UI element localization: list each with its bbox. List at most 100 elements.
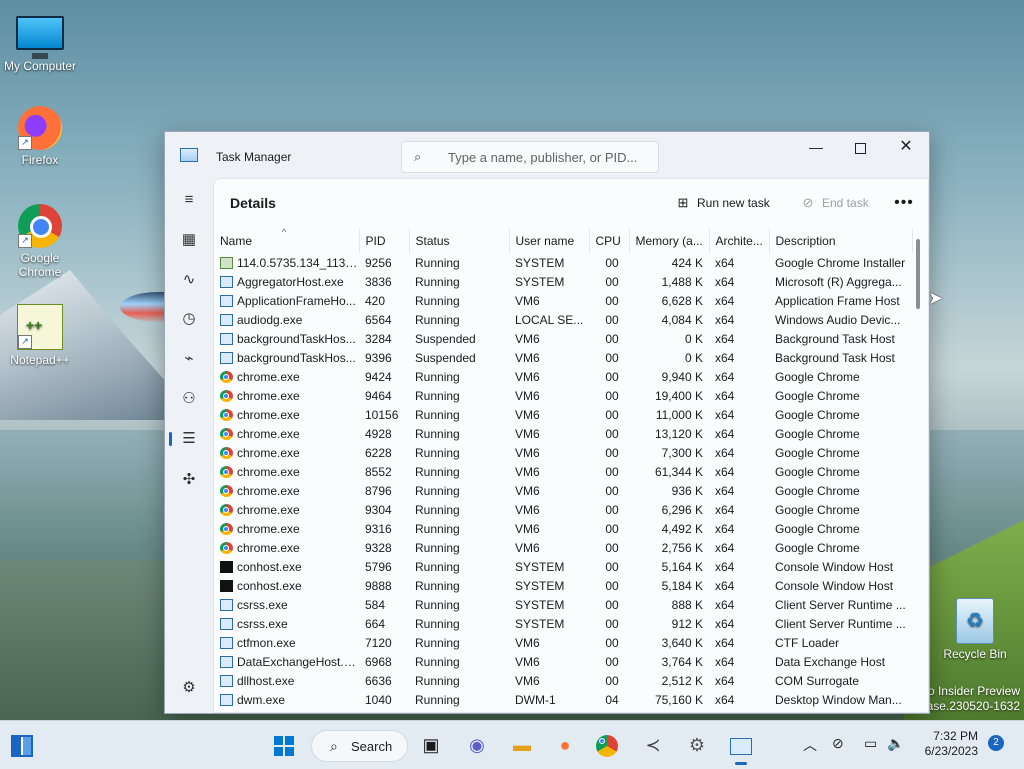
table-row[interactable]: csrss.exe 584 Running SYSTEM 00 888 K x64 Clien… [214,595,912,614]
notification-badge[interactable]: 2 [988,735,1004,751]
table-row[interactable]: chrome.exe 10156 Running VM6 00 11,000 K x64 Go… [214,405,912,424]
minimize-button[interactable]: — [793,132,839,162]
pid-cell: 10156 [365,407,399,422]
desktop-icon-firefox[interactable]: ↗ Firefox [0,106,80,167]
column-header-status[interactable]: Status [409,229,510,253]
table-row[interactable]: chrome.exe 9328 Running VM6 00 2,756 K x64 Goog… [214,538,912,557]
firefox-taskbar-button[interactable]: ● [549,729,581,761]
display-icon[interactable]: ▭ [864,735,877,752]
settings-nav-icon[interactable]: ⚙ [177,676,201,700]
column-header-name[interactable]: ^ Name [214,229,360,253]
app-history-nav-icon[interactable]: ◷ [177,307,201,331]
maximize-icon [854,142,866,154]
status-cell: Suspended [415,331,476,346]
user-name-cell: VM6 [515,654,540,669]
table-row[interactable]: chrome.exe 6228 Running VM6 00 7,300 K x64 Goog… [214,443,912,462]
app-window-icon [220,636,233,649]
table-row[interactable]: chrome.exe 8796 Running VM6 00 936 K x64 Google… [214,481,912,500]
table-row[interactable]: backgroundTaskHos... 3284 Suspended VM6 00 0 … [214,329,912,348]
hamburger-menu-icon[interactable]: ≡ [177,188,201,212]
table-row[interactable]: chrome.exe 9464 Running VM6 00 19,400 K x64 Goo… [214,386,912,405]
startup-apps-nav-icon[interactable]: ⌁ [177,347,201,371]
details-nav-icon[interactable]: ☰ [169,427,201,451]
vertical-scrollbar[interactable] [916,239,920,309]
processes-nav-icon[interactable]: ▦ [177,228,201,252]
run-new-task-button[interactable]: ⊞ Run new task [675,193,770,213]
table-row[interactable]: backgroundTaskHos... 9396 Suspended VM6 00 0 … [214,348,912,367]
desktop-icon-my-computer[interactable]: My Computer [0,10,80,73]
table-row[interactable]: chrome.exe 8552 Running VM6 00 61,344 K x64 Goo… [214,462,912,481]
memory-cell: 9,940 K [661,369,703,384]
desktop-icon-notepad-plus-plus[interactable]: ↗ Notepad++ [0,304,80,367]
column-header-user-name[interactable]: User name [509,229,590,253]
performance-nav-icon[interactable]: ∿ [177,268,201,292]
widgets-button[interactable] [6,729,38,761]
table-row[interactable]: conhost.exe 5796 Running SYSTEM 00 5,164 K x64… [214,557,912,576]
table-row[interactable]: chrome.exe 9316 Running VM6 00 4,492 K x64 Goog… [214,519,912,538]
task-manager-taskbar-button[interactable] [725,729,757,765]
pid-cell: 9888 [365,578,392,593]
description-cell: Background Task Host [775,350,895,365]
process-search-box[interactable]: ⌕ [401,141,659,173]
pid-cell: 420 [365,293,386,308]
taskbar-search-button[interactable]: ⌕ Search [311,730,408,762]
chrome-icon [220,427,233,440]
column-header-description[interactable]: Description [769,229,913,253]
cpu-cell: 00 [605,654,619,669]
column-header-architecture[interactable]: Archite... [709,229,770,253]
fish-app-taskbar-button[interactable]: ≺ [637,729,669,761]
show-hidden-icons-button[interactable]: ︿ [803,735,817,755]
table-row[interactable]: 114.0.5735.134_113.0.... 9256 Running SYSTE… [214,253,912,272]
column-header-cpu[interactable]: CPU [589,229,630,253]
search-input[interactable] [446,147,650,167]
pid-cell: 6636 [365,673,392,688]
settings-taskbar-button[interactable]: ⚙ [681,729,713,761]
table-row[interactable]: AggregatorHost.exe 3836 Running SYSTEM 00 1,4… [214,272,912,291]
file-explorer-button[interactable]: ▬ [506,729,538,761]
teams-chat-button[interactable]: ◉ [461,729,493,761]
start-button[interactable] [268,729,300,761]
fish-icon: ≺ [645,735,661,755]
process-name-cell: chrome.exe [214,500,359,519]
table-row[interactable]: chrome.exe 9304 Running VM6 00 6,296 K x64 Goog… [214,500,912,519]
table-row[interactable]: ApplicationFrameHo... 420 Running VM6 00 6,62… [214,291,912,310]
cpu-cell: 00 [605,331,619,346]
close-button[interactable]: ✕ [883,132,929,162]
task-view-button[interactable]: ▣ [415,729,447,761]
description-cell: Data Exchange Host [775,654,886,669]
column-header-pid[interactable]: PID [359,229,410,253]
desktop-icon-recycle-bin[interactable]: Recycle Bin [935,598,1015,661]
chrome-taskbar-button[interactable] [593,729,625,761]
cpu-cell: 00 [605,464,619,479]
architecture-cell: x64 [715,369,735,384]
status-cell: Running [415,483,460,498]
table-row[interactable]: chrome.exe 9424 Running VM6 00 9,940 K x64 Goog… [214,367,912,386]
table-row[interactable]: ctfmon.exe 7120 Running VM6 00 3,640 K x64 CTF … [214,633,912,652]
task-manager-window[interactable]: Task Manager ⌕ — ✕ ≡ ▦ ∿ ◷ ⌁ ⚇ ☰ ✣ ⚙ Det… [164,131,930,714]
table-row[interactable]: audiodg.exe 6564 Running LOCAL SE... 00 4,084… [214,310,912,329]
table-row[interactable]: csrss.exe 664 Running SYSTEM 00 912 K x64 Clien… [214,614,912,633]
shortcut-arrow-icon: ↗ [18,136,32,150]
sort-ascending-icon: ^ [282,229,287,237]
table-row[interactable]: dwm.exe 1040 Running DWM-1 04 75,160 K x64 Desk… [214,690,912,709]
user-name-cell: SYSTEM [515,274,565,289]
status-cell: Running [415,293,460,308]
maximize-button[interactable] [837,132,883,162]
services-nav-icon[interactable]: ✣ [177,468,201,492]
users-nav-icon[interactable]: ⚇ [177,387,201,411]
table-row[interactable]: conhost.exe 9888 Running SYSTEM 00 5,184 K x64… [214,576,912,595]
chrome-icon: ↗ [18,204,62,248]
end-task-button[interactable]: ⊘ End task [800,193,869,213]
table-row[interactable]: dllhost.exe 6636 Running VM6 00 2,512 K x64 COM… [214,671,912,690]
navigation-rail: ≡ ▦ ∿ ◷ ⌁ ⚇ ☰ ✣ ⚙ [165,178,213,713]
column-header-memory[interactable]: Memory (a... [629,229,710,253]
taskbar-clock[interactable]: 7:32 PM 6/23/2023 [918,729,978,759]
desktop-icon-google-chrome[interactable]: ↗ Google Chrome [0,204,80,279]
table-row[interactable]: chrome.exe 4928 Running VM6 00 13,120 K x64 Goo… [214,424,912,443]
title-bar[interactable]: Task Manager ⌕ — ✕ [165,132,929,178]
app-window-icon [220,655,233,668]
volume-icon[interactable]: 🔈 [887,735,904,752]
more-options-button[interactable]: ••• [894,193,914,213]
network-icon[interactable]: ⊘ [832,735,844,752]
table-row[interactable]: DataExchangeHost.e... 6968 Running VM6 00 3,7… [214,652,912,671]
